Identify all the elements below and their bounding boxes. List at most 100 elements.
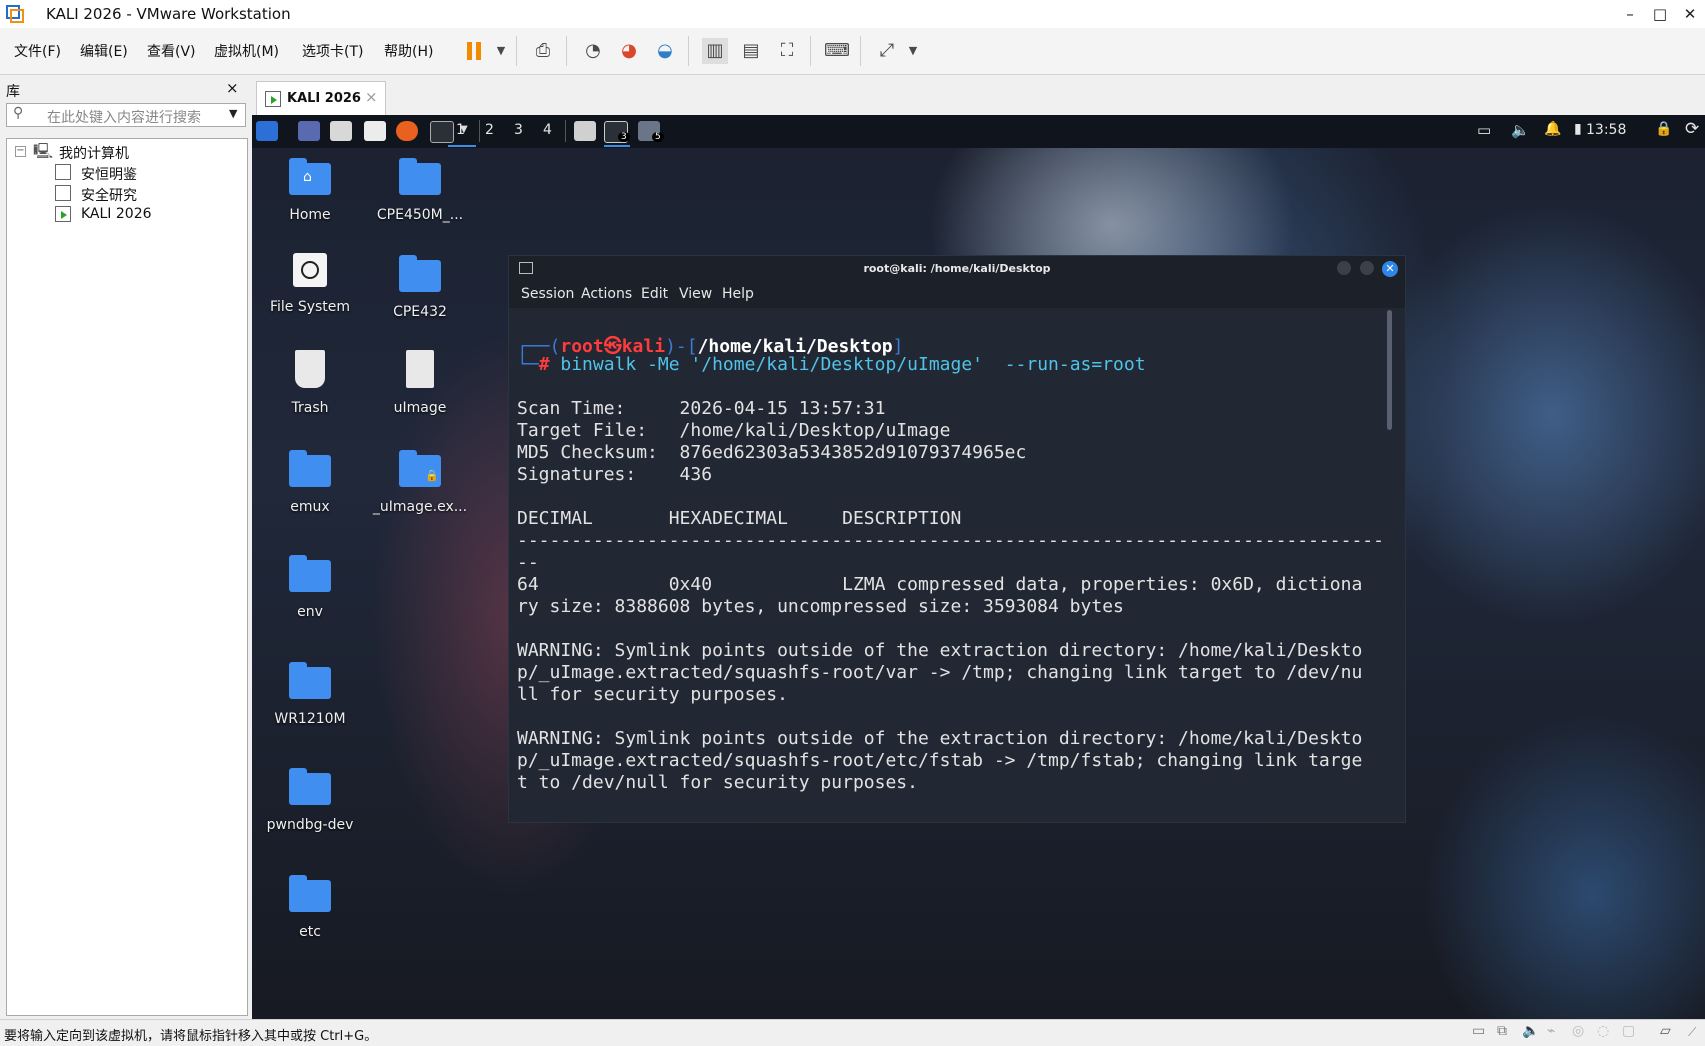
menu-view[interactable]: 查看(V) [147,41,196,61]
vm-off-icon [55,164,71,180]
text-editor-icon[interactable] [364,121,386,141]
send-ctrl-alt-del-icon[interactable]: ⎙ [530,38,556,64]
desktop-icon-home[interactable]: ⌂ Home [255,158,365,223]
workspace-2-label[interactable]: 2 [485,122,494,138]
pause-dropdown-icon[interactable]: ▼ [488,38,514,64]
file-manager-icon[interactable] [330,121,352,141]
terminal-launcher-icon[interactable] [430,121,454,143]
terminal-menu-help[interactable]: Help [722,286,754,302]
thumbnail-bar-icon[interactable]: ▤ [738,38,764,64]
desktop-icon-wr1210m[interactable]: WR1210M [255,662,365,727]
vm-screen[interactable]: ▼ 1 2 3 4 3 5 ▭ 🔈 🔔 ▮ 13:58 🔒 ⟳ ⌂ Home C… [252,115,1705,1019]
terminal-maximize-button[interactable] [1360,261,1374,275]
lock-screen-icon[interactable]: 🔒 [1655,121,1672,137]
collapse-toggle-icon[interactable]: − [15,146,26,157]
revert-snapshot-icon[interactable]: ◕ [616,38,642,64]
workspace-3-label[interactable]: 3 [514,122,523,138]
tree-item-vm-2[interactable]: 安全研究 [81,185,137,205]
resize-grip-icon[interactable]: ⟋ [1688,1025,1696,1040]
minimize-button[interactable]: – [1617,2,1643,26]
terminal-menu-actions[interactable]: Actions [581,286,632,302]
volume-icon[interactable]: 🔈 [1511,121,1530,139]
console-view-icon[interactable]: ⌨ [824,38,850,64]
desktop-icon-emux[interactable]: emux [255,450,365,515]
terminal-menu-view[interactable]: View [679,286,712,302]
library-search[interactable]: ⚲ 在此处键入内容进行搜索 ▼ [6,103,246,127]
terminal-minimize-button[interactable] [1337,261,1351,275]
message-log-icon[interactable]: ▱ [1660,1023,1671,1039]
display-icon[interactable]: ▭ [1477,121,1491,139]
notification-bell-icon[interactable]: 🔔 [1544,121,1561,137]
tree-item-vm-kali[interactable]: KALI 2026 [81,206,152,222]
menu-file[interactable]: 文件(F) [14,41,61,61]
terminal-window[interactable]: root@kali: /home/kali/Desktop ✕ Session … [508,255,1406,823]
network-adapter-icon[interactable]: ⧉ [1497,1023,1507,1039]
output-line: -- [517,552,539,573]
show-desktop-icon[interactable] [298,121,320,141]
panel-separator [479,120,480,142]
terminal-close-button[interactable]: ✕ [1382,261,1398,277]
maximize-button[interactable]: □ [1647,2,1673,26]
terminal-menu-session[interactable]: Session [521,286,574,302]
desktop-icon-label: etc [299,924,321,940]
library-close-button[interactable]: × [226,79,239,97]
desktop-icon-env[interactable]: env [255,555,365,620]
menu-toolbar: 文件(F) 编辑(E) 查看(V) 虚拟机(M) 选项卡(T) 帮助(H) ▼ … [0,28,1705,75]
kali-top-panel: ▼ 1 2 3 4 3 5 ▭ 🔈 🔔 ▮ 13:58 🔒 ⟳ [252,115,1705,148]
vm-running-icon [265,91,281,107]
close-window-button[interactable]: ✕ [1677,2,1703,26]
tree-item-vm-1[interactable]: 安恒明鉴 [81,164,137,184]
terminal-scrollbar[interactable] [1387,310,1392,430]
desktop-icon-cpe432[interactable]: CPE432 [365,255,475,320]
menu-tabs[interactable]: 选项卡(T) [302,41,363,61]
tab-close-button[interactable]: × [365,88,378,106]
clock[interactable]: 13:58 [1586,122,1626,138]
snapshot-icon[interactable]: ◔ [580,38,606,64]
tree-item-my-computer[interactable]: 我的计算机 [59,143,129,163]
terminal-title: root@kali: /home/kali/Desktop [863,262,1051,275]
terminal-output[interactable]: ┌──(root㉿kali)-[/home/kali/Desktop] └─# … [509,308,1405,822]
show-library-icon[interactable]: ▥ [702,38,728,64]
search-input[interactable]: 在此处键入内容进行搜索 [47,107,201,127]
snapshot-manager-icon[interactable]: ◒ [652,38,678,64]
wireless-icon[interactable]: ◌ [1597,1023,1609,1039]
full-screen-icon[interactable]: ⤢ [874,38,900,64]
fit-guest-icon[interactable]: ⛶ [774,38,800,64]
desktop-icon-pwndbg-dev[interactable]: pwndbg-dev [255,768,365,833]
panel-separator [565,120,566,142]
command-text: binwalk -Me '/home/kali/Desktop/uImage' … [560,354,1146,375]
sound-card-icon[interactable]: 🔈 [1522,1023,1539,1039]
logout-icon[interactable]: ⟳ [1685,119,1699,139]
battery-icon[interactable]: ▮ [1574,121,1582,137]
hard-disk-icon[interactable]: ▭ [1472,1023,1485,1039]
task-editor-icon[interactable] [574,121,596,141]
usb-icon[interactable]: ⌁ [1547,1023,1555,1039]
tab-kali-2026[interactable]: KALI 2026 × [256,81,386,116]
desktop-icon-label: Trash [291,400,329,416]
search-dropdown-icon[interactable]: ▼ [229,107,237,120]
command-line: └─# binwalk -Me '/home/kali/Desktop/uIma… [517,354,1146,375]
output-line: Target File: /home/kali/Desktop/uImage [517,420,951,441]
desktop-icon-uimage-extracted[interactable]: 🔒 _uImage.ex... [365,450,475,515]
menu-help[interactable]: 帮助(H) [384,41,433,61]
folder-icon [289,875,331,912]
firefox-icon[interactable] [396,121,418,141]
kali-menu-icon[interactable] [256,121,278,141]
menu-vm[interactable]: 虚拟机(M) [214,41,279,61]
desktop-icon-uimage[interactable]: uImage [365,350,475,416]
workspace-4-label[interactable]: 4 [543,122,552,138]
folder-icon [399,255,441,292]
cd-drive-icon[interactable]: ◎ [1572,1023,1584,1039]
desktop-icon-cpe450m[interactable]: CPE450M_... [365,158,475,223]
menu-edit[interactable]: 编辑(E) [80,41,128,61]
pause-icon[interactable] [462,38,488,64]
desktop-icon-label: CPE432 [393,304,447,320]
drive-icon [293,253,327,287]
terminal-menu-edit[interactable]: Edit [641,286,668,302]
workspace-1-label[interactable]: 1 [456,122,465,138]
desktop-icon-file-system[interactable]: File System [255,253,365,315]
full-screen-dropdown-icon[interactable]: ▼ [900,38,926,64]
desktop-icon-etc[interactable]: etc [255,875,365,940]
printer-icon[interactable]: ▢ [1622,1023,1635,1039]
desktop-icon-trash[interactable]: Trash [255,350,365,416]
